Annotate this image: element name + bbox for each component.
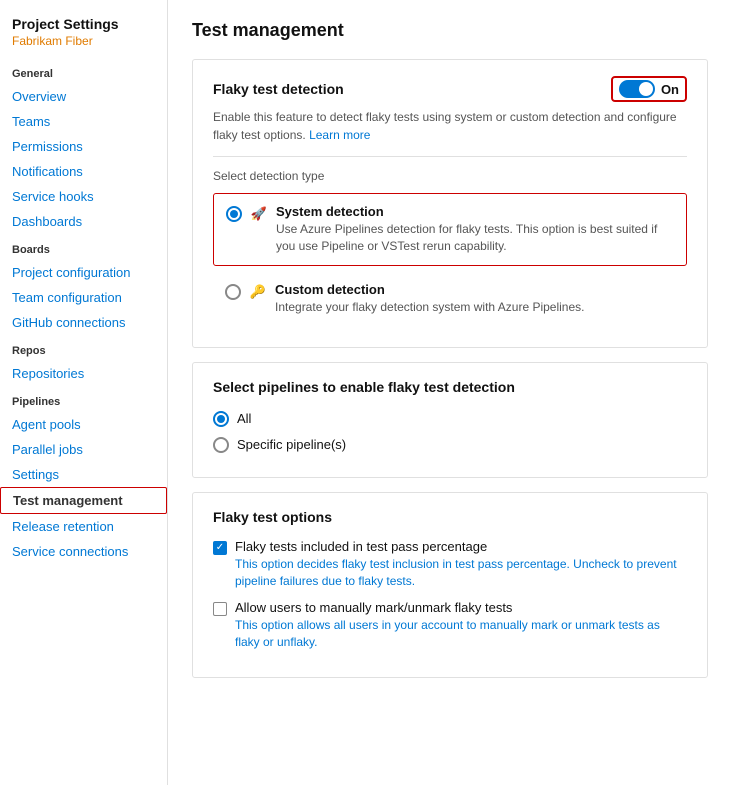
rocket-icon: 🚀	[250, 205, 268, 223]
flaky-detection-card: Flaky test detection On Enable this feat…	[192, 59, 708, 348]
sidebar-item-repositories[interactable]: Repositories	[0, 361, 167, 386]
page-title: Test management	[192, 20, 708, 41]
manual-mark-desc: This option allows all users in your acc…	[235, 617, 687, 651]
include-pass-checkbox[interactable]	[213, 541, 227, 555]
custom-option-content: Custom detection Integrate your flaky de…	[275, 282, 585, 316]
sidebar-item-parallel-jobs[interactable]: Parallel jobs	[0, 437, 167, 462]
flaky-toggle-switch[interactable]	[619, 80, 655, 98]
sidebar-item-service-hooks[interactable]: Service hooks	[0, 184, 167, 209]
manual-mark-title: Allow users to manually mark/unmark flak…	[235, 600, 687, 615]
sidebar-item-permissions[interactable]: Permissions	[0, 134, 167, 159]
include-pass-title: Flaky tests included in test pass percen…	[235, 539, 687, 554]
sidebar-item-settings[interactable]: Settings	[0, 462, 167, 487]
system-radio-fill	[230, 210, 238, 218]
manual-mark-content: Allow users to manually mark/unmark flak…	[235, 600, 687, 651]
pipeline-selection-title: Select pipelines to enable flaky test de…	[213, 379, 687, 395]
system-option-desc: Use Azure Pipelines detection for flaky …	[276, 221, 674, 255]
system-radio[interactable]	[226, 206, 242, 222]
manual-mark-checkbox[interactable]	[213, 602, 227, 616]
flaky-detection-title: Flaky test detection	[213, 81, 344, 97]
flaky-detection-desc: Enable this feature to detect flaky test…	[213, 108, 687, 144]
sidebar-item-overview[interactable]: Overview	[0, 84, 167, 109]
sidebar-section-repos: Repos	[0, 335, 167, 361]
divider-1	[213, 156, 687, 157]
system-detection-option[interactable]: 🚀 System detection Use Azure Pipelines d…	[213, 193, 687, 266]
sidebar: Project Settings Fabrikam Fiber General …	[0, 0, 168, 785]
sidebar-section-boards: Boards	[0, 234, 167, 260]
sidebar-item-dashboards[interactable]: Dashboards	[0, 209, 167, 234]
custom-option-desc: Integrate your flaky detection system wi…	[275, 299, 585, 316]
toggle-on-label: On	[661, 82, 679, 97]
sidebar-title: Project Settings	[0, 10, 167, 34]
specific-pipelines-label: Specific pipeline(s)	[237, 437, 346, 452]
all-pipelines-radio[interactable]	[213, 411, 229, 427]
include-pass-content: Flaky tests included in test pass percen…	[235, 539, 687, 590]
system-option-title: System detection	[276, 204, 674, 219]
all-pipelines-label: All	[237, 411, 251, 426]
custom-option-title: Custom detection	[275, 282, 585, 297]
flaky-options-card: Flaky test options Flaky tests included …	[192, 492, 708, 677]
sidebar-item-agent-pools[interactable]: Agent pools	[0, 412, 167, 437]
learn-more-link[interactable]: Learn more	[309, 128, 370, 142]
manual-mark-checkbox-row[interactable]: Allow users to manually mark/unmark flak…	[213, 600, 687, 651]
system-option-content: System detection Use Azure Pipelines det…	[276, 204, 674, 255]
pipeline-all-option[interactable]: All	[213, 409, 687, 427]
pipeline-specific-option[interactable]: Specific pipeline(s)	[213, 435, 687, 453]
include-pass-desc: This option decides flaky test inclusion…	[235, 556, 687, 590]
sidebar-item-github-connections[interactable]: GitHub connections	[0, 310, 167, 335]
flaky-options-title: Flaky test options	[213, 509, 687, 525]
flaky-detection-desc-text: Enable this feature to detect flaky test…	[213, 110, 677, 142]
all-pipelines-radio-fill	[217, 415, 225, 423]
main-content: Test management Flaky test detection On …	[168, 0, 732, 785]
custom-radio[interactable]	[225, 284, 241, 300]
flaky-toggle-container: On	[611, 76, 687, 102]
specific-pipelines-radio[interactable]	[213, 437, 229, 453]
detection-type-label: Select detection type	[213, 169, 687, 183]
sidebar-section-general: General	[0, 58, 167, 84]
sidebar-item-release-retention[interactable]: Release retention	[0, 514, 167, 539]
sidebar-item-service-connections[interactable]: Service connections	[0, 539, 167, 564]
pipeline-selection-card: Select pipelines to enable flaky test de…	[192, 362, 708, 478]
sidebar-item-team-config[interactable]: Team configuration	[0, 285, 167, 310]
sidebar-item-project-config[interactable]: Project configuration	[0, 260, 167, 285]
sidebar-section-pipelines: Pipelines	[0, 386, 167, 412]
custom-detection-option[interactable]: 🔑 Custom detection Integrate your flaky …	[213, 272, 687, 326]
sidebar-item-notifications[interactable]: Notifications	[0, 159, 167, 184]
key-icon: 🔑	[249, 283, 267, 301]
include-pass-checkbox-row[interactable]: Flaky tests included in test pass percen…	[213, 539, 687, 590]
sidebar-subtitle[interactable]: Fabrikam Fiber	[0, 34, 167, 58]
sidebar-item-test-management[interactable]: Test management	[0, 487, 167, 514]
sidebar-item-teams[interactable]: Teams	[0, 109, 167, 134]
